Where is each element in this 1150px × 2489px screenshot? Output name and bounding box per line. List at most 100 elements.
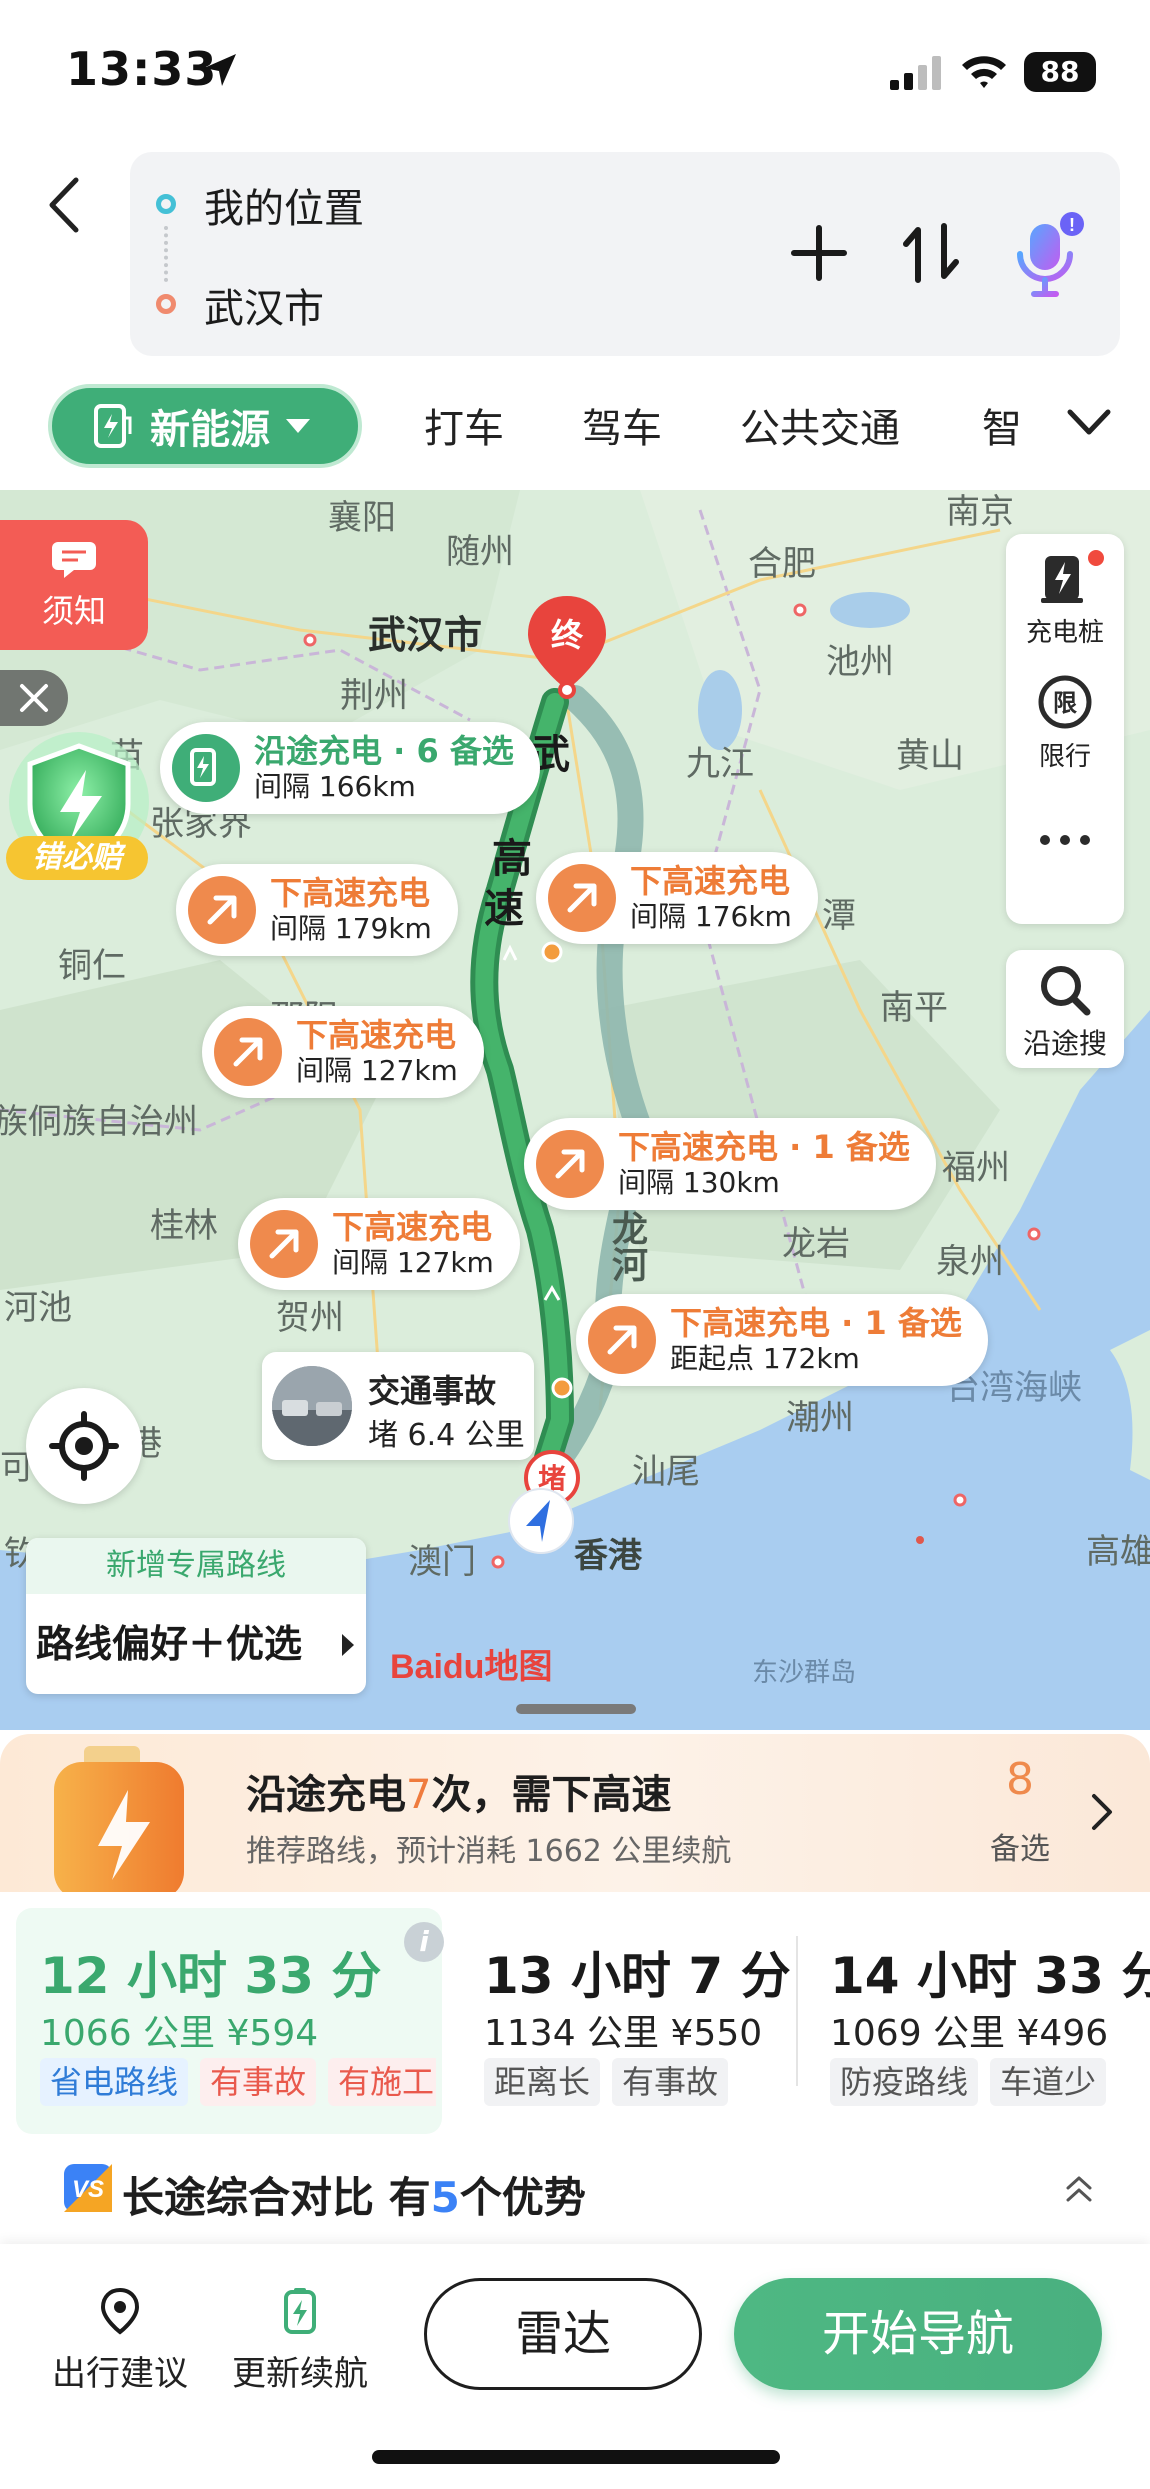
tab-taxi[interactable]: 打车 bbox=[424, 396, 504, 454]
home-indicator[interactable] bbox=[372, 2450, 780, 2464]
charging-bubble-6[interactable]: 下高速充电 间隔 127km bbox=[238, 1198, 520, 1290]
battery-charge-icon bbox=[54, 1746, 184, 1892]
battery-indicator: 88 bbox=[1024, 52, 1096, 92]
traffic-accident-card[interactable]: 交通事故 堵 6.4 公里 bbox=[262, 1352, 534, 1460]
comparison-suffix: 个优势 bbox=[459, 2173, 586, 2222]
charging-bubble-1[interactable]: 沿途充电 · 6 备选 间隔 166km bbox=[160, 722, 540, 814]
label-wuhan: 武汉市 bbox=[368, 613, 483, 657]
label-suizhou: 随州 bbox=[446, 532, 514, 572]
more-dots-icon bbox=[1040, 835, 1090, 845]
long-trip-comparison[interactable]: VS 长途综合对比 有5个优势 bbox=[0, 2148, 1150, 2244]
label-gaoxiong: 高雄 bbox=[1086, 1532, 1150, 1572]
charging-stations-label: 充电桩 bbox=[1025, 618, 1104, 648]
summary-title-suffix: 次，需下高速 bbox=[431, 1772, 672, 1818]
more-options-button[interactable] bbox=[1006, 830, 1124, 856]
radar-button[interactable]: 雷达 bbox=[424, 2278, 702, 2390]
charging-bubble-3[interactable]: 下高速充电 间隔 176km bbox=[536, 852, 818, 944]
back-icon[interactable] bbox=[40, 170, 90, 240]
message-icon bbox=[52, 542, 96, 578]
wifi-icon bbox=[962, 56, 1006, 88]
end-dot-icon bbox=[156, 294, 176, 314]
tab-smart[interactable]: 智 bbox=[982, 396, 1042, 454]
travel-advice-button[interactable]: 出行建议 bbox=[30, 2286, 210, 2395]
route-option-2[interactable]: 13 小时 7 分 1134 公里 ¥550 距离长 有事故 bbox=[460, 1908, 791, 2134]
route-tags: 省电路线 有事故 有施工 bbox=[40, 2058, 436, 2106]
add-waypoint-icon[interactable] bbox=[786, 220, 852, 286]
locate-me-button[interactable] bbox=[26, 1388, 142, 1504]
cellular-signal-icon bbox=[890, 56, 941, 90]
destination-pin-icon[interactable]: 终 bbox=[522, 590, 612, 700]
label-chaozhou: 潮州 bbox=[786, 1398, 854, 1438]
charging-bubble-5[interactable]: 下高速充电 · 1 备选 间隔 130km bbox=[524, 1118, 936, 1210]
bubble-title: 下高速充电 bbox=[270, 874, 431, 912]
highway-label-char-3: 速 bbox=[484, 886, 524, 932]
charging-bubble-7[interactable]: 下高速充电 · 1 备选 距起点 172km bbox=[576, 1294, 988, 1386]
exit-arrow-icon bbox=[536, 1130, 604, 1198]
route-meta: 1066 公里 ¥594 bbox=[40, 2013, 319, 2054]
search-along-route-label: 沿途搜 bbox=[1022, 1027, 1107, 1060]
start-location-field[interactable]: 我的位置 bbox=[204, 176, 364, 234]
bubble-title: 下高速充电 bbox=[630, 862, 791, 900]
bubble-subtitle: 间隔 130km bbox=[618, 1166, 780, 1199]
charging-pile-icon bbox=[1041, 556, 1083, 603]
close-icon bbox=[20, 684, 48, 712]
location-arrow-icon bbox=[204, 54, 236, 86]
comparison-text: 长途综合对比 有5个优势 bbox=[122, 2164, 586, 2225]
route-option-1[interactable]: 12 小时 33 分 1066 公里 ¥594 省电路线 有事故 有施工 i bbox=[16, 1908, 444, 2134]
exit-arrow-icon bbox=[250, 1210, 318, 1278]
swap-route-icon[interactable] bbox=[900, 216, 962, 290]
route-connector bbox=[164, 226, 168, 282]
label-hefei: 合肥 bbox=[748, 544, 816, 584]
route-tags: 防疫路线 车道少 bbox=[830, 2058, 1140, 2106]
notification-dot bbox=[1086, 548, 1106, 568]
preference-head: 新增专属路线 bbox=[26, 1538, 366, 1594]
tab-drive[interactable]: 驾车 bbox=[582, 396, 662, 454]
svg-text:!: ! bbox=[1069, 215, 1075, 235]
chevron-down-icon[interactable] bbox=[1064, 402, 1114, 442]
charging-summary-banner[interactable]: 沿途充电7次，需下高速 推荐路线，预计消耗 1662 公里续航 8 备选 bbox=[0, 1734, 1150, 1892]
crosshair-icon bbox=[49, 1411, 119, 1481]
tab-new-energy[interactable]: 新能源 bbox=[48, 384, 362, 468]
guarantee-label: 错必赔 bbox=[6, 836, 148, 880]
route-map[interactable]: 襄阳 随州 合肥 南京 武汉市 荆州 池州 九江 黄山 张家界 铜仁 邵阳 潭 … bbox=[0, 490, 1150, 1730]
close-promo-button[interactable] bbox=[0, 670, 68, 726]
location-pin-icon bbox=[100, 2287, 140, 2335]
bubble-subtitle: 间隔 127km bbox=[296, 1054, 458, 1087]
bubble-title: 下高速充电 · 1 备选 bbox=[618, 1128, 910, 1166]
travel-mode-tabs: 新能源 打车 驾车 公共交通 智 bbox=[0, 378, 1150, 490]
charging-stations-button[interactable]: 充电桩 bbox=[1006, 550, 1124, 649]
notice-button[interactable]: 须知 bbox=[0, 520, 148, 650]
update-range-button[interactable]: 更新续航 bbox=[210, 2286, 390, 2395]
exit-arrow-icon bbox=[548, 864, 616, 932]
info-icon[interactable]: i bbox=[404, 1922, 444, 1962]
svg-text:VS: VS bbox=[72, 2176, 104, 2203]
label-tongren: 铜仁 bbox=[58, 946, 126, 986]
search-along-route-button[interactable]: 沿途搜 bbox=[1006, 950, 1124, 1068]
double-chevron-up-icon[interactable] bbox=[1062, 2170, 1096, 2206]
sheet-drag-handle[interactable] bbox=[516, 1704, 636, 1714]
start-navigation-button[interactable]: 开始导航 bbox=[734, 2278, 1102, 2390]
label-longyan: 龙岩 bbox=[782, 1224, 850, 1264]
caret-right-icon bbox=[342, 1634, 354, 1656]
status-time: 13:33 bbox=[66, 42, 218, 96]
restriction-label: 限行 bbox=[1038, 742, 1091, 772]
bubble-subtitle: 间隔 179km bbox=[270, 912, 432, 945]
route-tag: 有施工 bbox=[328, 2058, 436, 2106]
exit-arrow-icon bbox=[588, 1306, 656, 1374]
route-time: 14 小时 33 分 bbox=[830, 1947, 1150, 2005]
restriction-button[interactable]: 限 限行 bbox=[1006, 674, 1124, 773]
tab-public-transit[interactable]: 公共交通 bbox=[740, 396, 900, 454]
summary-title-count: 7 bbox=[406, 1772, 432, 1818]
charging-bubble-2[interactable]: 下高速充电 间隔 179km bbox=[176, 864, 458, 956]
label-autonomous: 族侗族自治州 bbox=[0, 1102, 198, 1142]
route-preference-card[interactable]: 新增专属路线 路线偏好＋优选 bbox=[26, 1538, 366, 1694]
comparison-count: 5 bbox=[430, 2173, 460, 2222]
baidu-map-logo: Baidu地图 bbox=[390, 1648, 552, 1686]
bubble-subtitle: 间隔 176km bbox=[630, 900, 792, 933]
route-option-3[interactable]: 14 小时 33 分 1069 公里 ¥496 防疫路线 车道少 bbox=[806, 1908, 1150, 2134]
label-macau: 澳门 bbox=[408, 1542, 476, 1582]
charging-bubble-4[interactable]: 下高速充电 间隔 127km bbox=[202, 1006, 484, 1098]
end-pin-label: 终 bbox=[551, 616, 584, 654]
destination-field[interactable]: 武汉市 bbox=[204, 276, 324, 334]
voice-assistant-icon[interactable]: ! bbox=[1008, 210, 1088, 300]
